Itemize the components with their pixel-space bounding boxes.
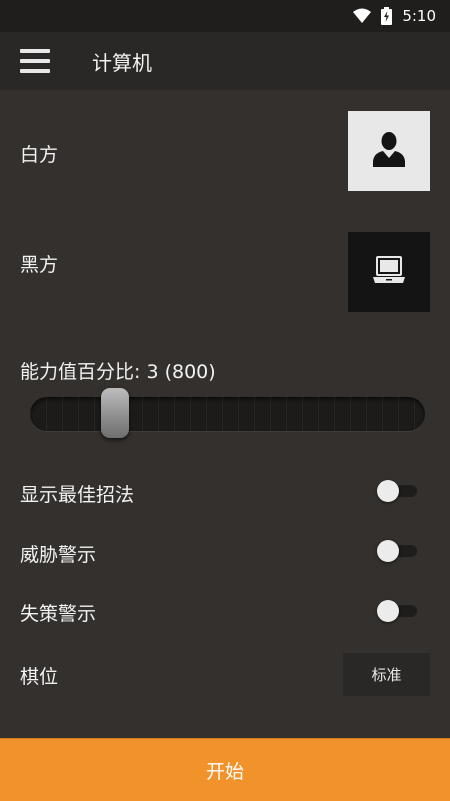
- wifi-icon: [353, 8, 372, 24]
- battery-charging-icon: [381, 7, 393, 25]
- laptop-icon: [372, 255, 406, 289]
- start-button[interactable]: 开始: [0, 738, 450, 801]
- black-player-label: 黑方: [20, 254, 59, 276]
- black-player-button[interactable]: [348, 232, 430, 312]
- toggle-threat-warning[interactable]: [375, 540, 419, 562]
- white-player-button[interactable]: [348, 111, 430, 191]
- status-time: 5:10: [402, 7, 436, 25]
- strength-slider-thumb[interactable]: [101, 388, 129, 438]
- toggle-blunder-warning[interactable]: [375, 600, 419, 622]
- white-player-label: 白方: [20, 144, 59, 166]
- person-icon: [372, 131, 406, 171]
- position-label: 棋位: [20, 666, 59, 688]
- page-title: 计算机: [92, 50, 152, 75]
- app-bar: 计算机: [0, 32, 450, 90]
- strength-label: 能力值百分比: 3 (800): [20, 361, 216, 383]
- status-bar: 5:10: [0, 0, 450, 32]
- option-label-blunder-warning: 失策警示: [20, 603, 97, 625]
- strength-slider-track[interactable]: [30, 397, 425, 431]
- toggle-best-move[interactable]: [375, 480, 419, 502]
- option-label-best-move: 显示最佳招法: [20, 484, 135, 506]
- position-button[interactable]: 标准: [343, 653, 430, 696]
- option-label-threat-warning: 威胁警示: [20, 544, 97, 566]
- hamburger-menu-icon[interactable]: [20, 49, 50, 73]
